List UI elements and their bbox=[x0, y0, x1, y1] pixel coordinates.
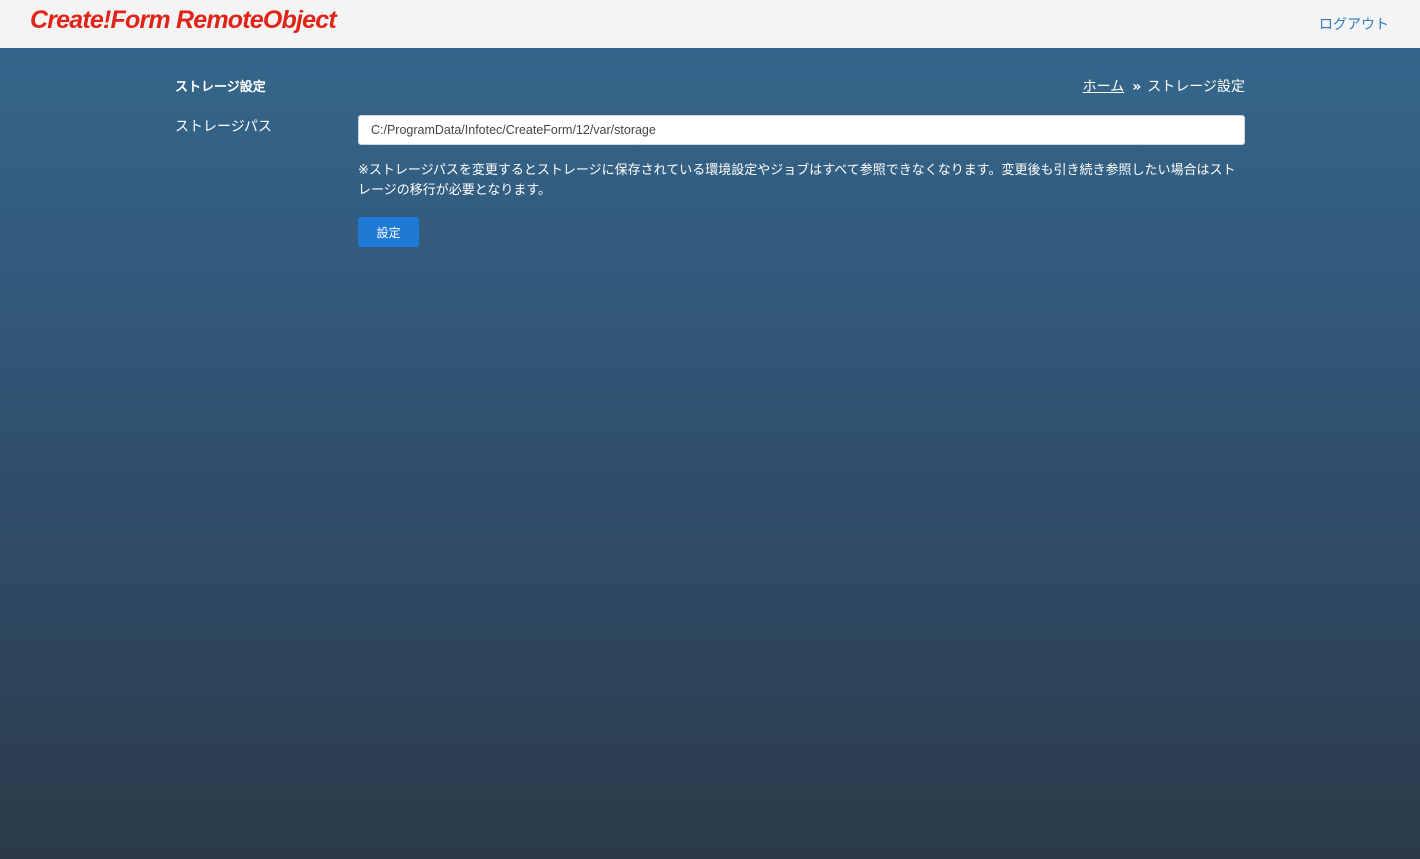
page-title: ストレージ設定 bbox=[175, 80, 266, 95]
storage-path-warning-note: ※ストレージパスを変更するとストレージに保存されている環境設定やジョブはすべて参… bbox=[358, 163, 1236, 198]
app-logo: Create!Form RemoteObject bbox=[30, 6, 337, 34]
storage-path-label: ストレージパス bbox=[175, 119, 272, 135]
breadcrumb-home-link[interactable]: ホーム bbox=[1083, 79, 1125, 95]
breadcrumb: ホーム » ストレージ設定 bbox=[1083, 76, 1245, 96]
top-bar: Create!Form RemoteObject ログアウト bbox=[0, 0, 1420, 48]
logout-link[interactable]: ログアウト bbox=[1319, 14, 1389, 34]
breadcrumb-current: ストレージ設定 bbox=[1147, 79, 1245, 95]
breadcrumb-separator: » bbox=[1132, 79, 1142, 95]
storage-path-input[interactable] bbox=[358, 115, 1245, 145]
save-settings-button[interactable]: 設定 bbox=[358, 217, 419, 247]
